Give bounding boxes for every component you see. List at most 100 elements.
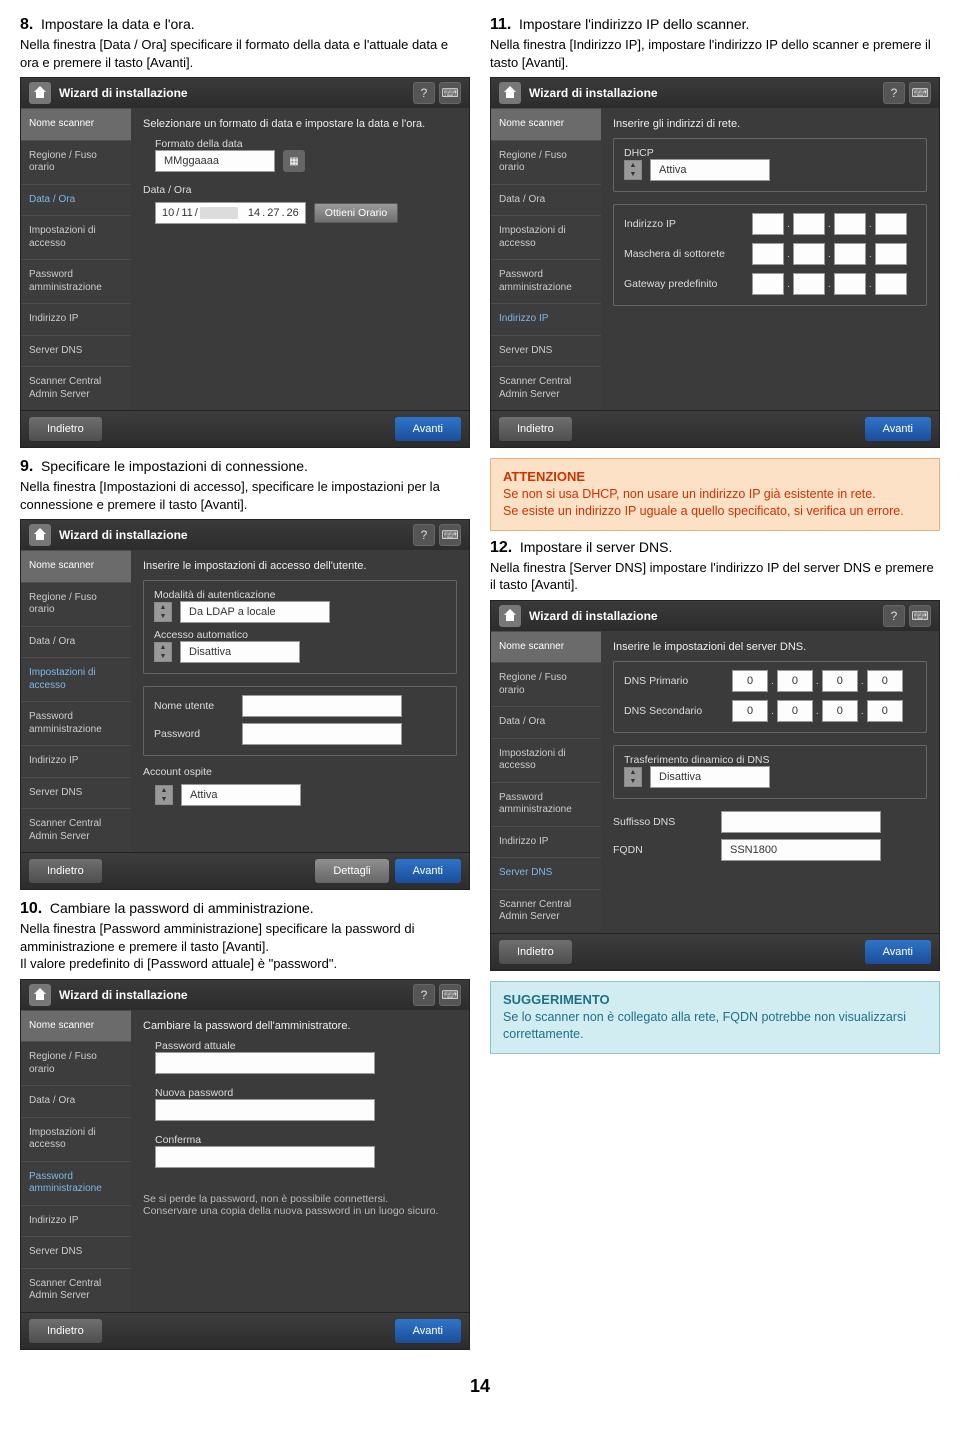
ospite-stepper[interactable]: ▲▼ — [155, 785, 173, 805]
primario-fields[interactable]: 0.0.0.0 — [732, 670, 903, 692]
home-icon[interactable] — [29, 984, 51, 1006]
ottieni-orario-button[interactable]: Ottieni Orario — [314, 203, 398, 223]
back-button[interactable]: Indietro — [499, 417, 572, 441]
help-icon[interactable]: ? — [413, 524, 435, 546]
fqdn-input[interactable]: SSN1800 — [721, 839, 881, 861]
user-label: Nome utente — [154, 700, 234, 712]
help-icon[interactable]: ? — [883, 82, 905, 104]
keyboard-icon[interactable]: ⌨ — [439, 524, 461, 546]
sidebar-item-central[interactable]: Scanner Central Admin Server — [21, 1268, 131, 1312]
sidebar-item-accesso[interactable]: Impostazioni di accesso — [491, 738, 601, 782]
back-button[interactable]: Indietro — [499, 940, 572, 964]
home-icon[interactable] — [29, 524, 51, 546]
back-button[interactable]: Indietro — [29, 859, 102, 883]
calendar-icon[interactable]: ▦ — [283, 150, 305, 172]
sidebar-item-data[interactable]: Data / Ora — [21, 626, 131, 658]
nuova-input[interactable] — [155, 1099, 375, 1121]
date-time-field[interactable]: 10 / 11 / yyyy 14 . 27 . 26 — [155, 202, 306, 224]
sidebar-item-nome[interactable]: Nome scanner — [21, 550, 131, 582]
sidebar-item-nome[interactable]: Nome scanner — [491, 631, 601, 663]
sidebar-item-password[interactable]: Password amministrazione — [491, 782, 601, 826]
home-icon[interactable] — [29, 82, 51, 104]
sidebar-item-nome[interactable]: Nome scanner — [491, 108, 601, 140]
step-12-desc: Nella finestra [Server DNS] impostare l'… — [490, 559, 940, 594]
ospite-dropdown[interactable]: Attiva — [181, 784, 301, 806]
user-input[interactable] — [242, 695, 402, 717]
sidebar-item-regione[interactable]: Regione / Fuso orario — [21, 1041, 131, 1085]
back-button[interactable]: Indietro — [29, 1319, 102, 1343]
next-button[interactable]: Avanti — [395, 1319, 461, 1343]
sidebar-item-nome[interactable]: Nome scanner — [21, 108, 131, 140]
sidebar-item-central[interactable]: Scanner Central Admin Server — [491, 889, 601, 933]
modalita-dropdown[interactable]: Da LDAP a locale — [180, 601, 330, 623]
sidebar-item-regione[interactable]: Regione / Fuso orario — [491, 662, 601, 706]
hint-body: Se lo scanner non è collegato alla rete,… — [503, 1009, 927, 1043]
keyboard-icon[interactable]: ⌨ — [909, 82, 931, 104]
keyboard-icon[interactable]: ⌨ — [909, 605, 931, 627]
formato-dropdown[interactable]: MMggaaaa — [155, 150, 275, 172]
attuale-input[interactable] — [155, 1052, 375, 1074]
ip-fields[interactable]: ... — [752, 213, 907, 235]
attention-body: Se non si usa DHCP, non usare un indiriz… — [503, 486, 927, 520]
help-icon[interactable]: ? — [883, 605, 905, 627]
sidebar-item-dns[interactable]: Server DNS — [21, 1236, 131, 1268]
formato-label: Formato della data — [155, 138, 457, 150]
help-icon[interactable]: ? — [413, 82, 435, 104]
suffix-input[interactable] — [721, 811, 881, 833]
sidebar-item-ip[interactable]: Indirizzo IP — [21, 745, 131, 777]
auto-stepper[interactable]: ▲▼ — [154, 642, 172, 662]
sidebar-item-data[interactable]: Data / Ora — [21, 184, 131, 216]
home-icon[interactable] — [499, 82, 521, 104]
sidebar-item-accesso[interactable]: Impostazioni di accesso — [21, 657, 131, 701]
dhcp-stepper[interactable]: ▲▼ — [624, 160, 642, 180]
sidebar-item-accesso[interactable]: Impostazioni di accesso — [21, 1117, 131, 1161]
sidebar-item-accesso[interactable]: Impostazioni di accesso — [21, 215, 131, 259]
sidebar-item-password[interactable]: Password amministrazione — [21, 1161, 131, 1205]
dyn-dropdown[interactable]: Disattiva — [650, 766, 770, 788]
next-button[interactable]: Avanti — [865, 940, 931, 964]
sidebar-item-ip[interactable]: Indirizzo IP — [491, 826, 601, 858]
sidebar-item-ip[interactable]: Indirizzo IP — [491, 303, 601, 335]
keyboard-icon[interactable]: ⌨ — [439, 82, 461, 104]
dyn-stepper[interactable]: ▲▼ — [624, 767, 642, 787]
sidebar-item-password[interactable]: Password amministrazione — [491, 259, 601, 303]
mask-fields[interactable]: ... — [752, 243, 907, 265]
sidebar-item-dns[interactable]: Server DNS — [491, 335, 601, 367]
next-button[interactable]: Avanti — [395, 859, 461, 883]
attuale-label: Password attuale — [155, 1040, 457, 1052]
dhcp-dropdown[interactable]: Attiva — [650, 159, 770, 181]
sidebar-item-central[interactable]: Scanner Central Admin Server — [491, 366, 601, 410]
secondario-fields[interactable]: 0.0.0.0 — [732, 700, 903, 722]
sidebar-item-accesso[interactable]: Impostazioni di accesso — [491, 215, 601, 259]
sidebar-item-dns[interactable]: Server DNS — [491, 857, 601, 889]
step-9-desc: Nella finestra [Impostazioni di accesso]… — [20, 478, 470, 513]
sidebar-item-password[interactable]: Password amministrazione — [21, 701, 131, 745]
keyboard-icon[interactable]: ⌨ — [439, 984, 461, 1006]
modalita-stepper[interactable]: ▲▼ — [154, 602, 172, 622]
sidebar-item-ip[interactable]: Indirizzo IP — [21, 1205, 131, 1237]
sidebar-item-regione[interactable]: Regione / Fuso orario — [491, 140, 601, 184]
sidebar-item-dns[interactable]: Server DNS — [21, 777, 131, 809]
sidebar-item-regione[interactable]: Regione / Fuso orario — [21, 140, 131, 184]
sidebar-item-ip[interactable]: Indirizzo IP — [21, 303, 131, 335]
next-button[interactable]: Avanti — [865, 417, 931, 441]
pwd-input[interactable] — [242, 723, 402, 745]
sidebar-item-regione[interactable]: Regione / Fuso orario — [21, 582, 131, 626]
next-button[interactable]: Avanti — [395, 417, 461, 441]
sidebar-item-nome[interactable]: Nome scanner — [21, 1010, 131, 1042]
help-icon[interactable]: ? — [413, 984, 435, 1006]
sidebar-item-data[interactable]: Data / Ora — [491, 184, 601, 216]
sidebar-item-dns[interactable]: Server DNS — [21, 335, 131, 367]
wizard-title: Wizard di installazione — [59, 86, 409, 100]
gw-fields[interactable]: ... — [752, 273, 907, 295]
sidebar-item-data[interactable]: Data / Ora — [21, 1085, 131, 1117]
sidebar-item-central[interactable]: Scanner Central Admin Server — [21, 808, 131, 852]
details-button[interactable]: Dettagli — [315, 859, 388, 883]
sidebar-item-data[interactable]: Data / Ora — [491, 706, 601, 738]
auto-dropdown[interactable]: Disattiva — [180, 641, 300, 663]
home-icon[interactable] — [499, 605, 521, 627]
conferma-input[interactable] — [155, 1146, 375, 1168]
sidebar-item-password[interactable]: Password amministrazione — [21, 259, 131, 303]
sidebar-item-central[interactable]: Scanner Central Admin Server — [21, 366, 131, 410]
back-button[interactable]: Indietro — [29, 417, 102, 441]
